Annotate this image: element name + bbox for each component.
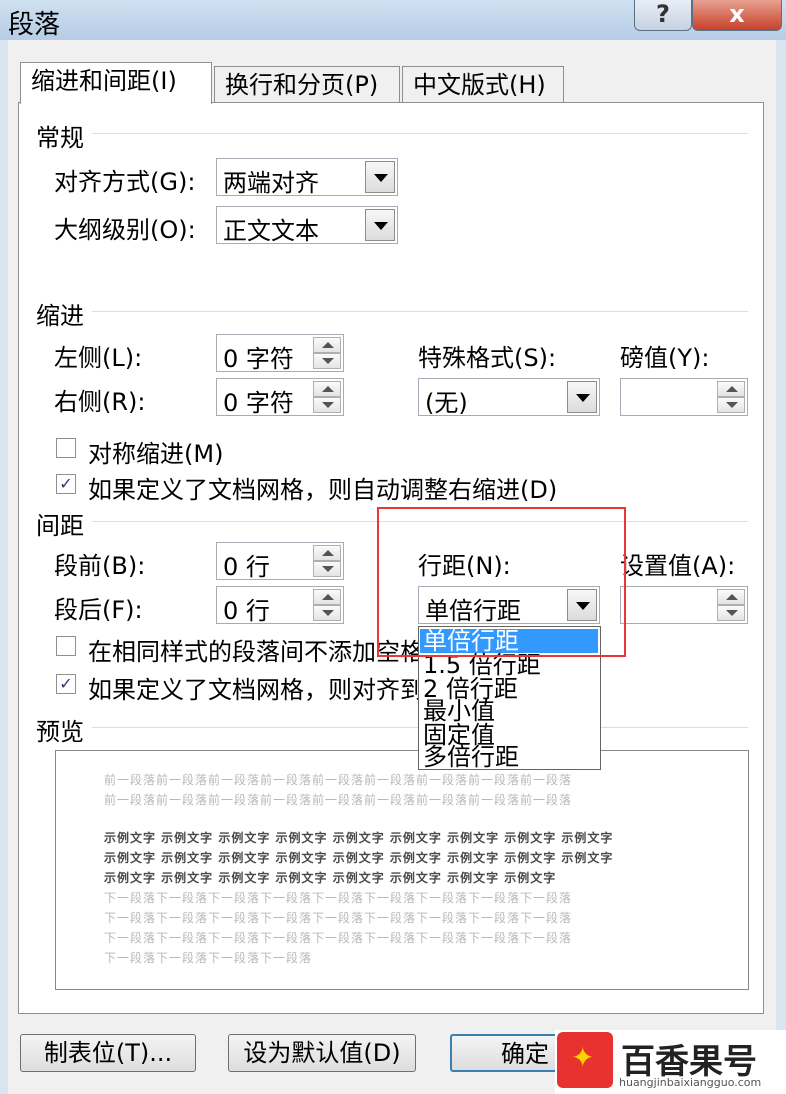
section-general-title: 常规 xyxy=(36,124,84,152)
set-default-button[interactable]: 设为默认值(D) xyxy=(228,1034,416,1072)
spin-up-icon[interactable] xyxy=(313,381,341,397)
spacing-at-stepper[interactable] xyxy=(620,586,748,624)
chevron-down-icon[interactable] xyxy=(567,589,597,621)
line-spacing-value: 单倍行距 xyxy=(425,597,521,625)
line-spacing-option-single[interactable]: 单倍行距 xyxy=(420,629,598,653)
spin-down-icon[interactable] xyxy=(717,605,745,621)
star-icon: ✦ xyxy=(571,1041,595,1074)
space-before-value: 0 行 xyxy=(223,553,270,581)
outline-level-value: 正文文本 xyxy=(223,217,319,245)
right-indent-stepper[interactable]: 0 字符 xyxy=(216,378,344,417)
chevron-down-icon[interactable] xyxy=(567,381,597,413)
preview-sample-line: 示例文字 示例文字 示例文字 示例文字 示例文字 示例文字 示例文字 示例文字 … xyxy=(104,851,614,865)
space-after-label: 段后(F): xyxy=(54,596,143,624)
tab-indent-spacing[interactable]: 缩进和间距(I) xyxy=(20,62,212,104)
watermark: ✦ 百香果号 huangjinbaixiangguo.com xyxy=(555,1030,786,1094)
spin-down-icon[interactable] xyxy=(313,353,341,369)
space-before-stepper[interactable]: 0 行 xyxy=(216,542,344,581)
help-button[interactable]: ? xyxy=(634,0,692,31)
spin-up-icon[interactable] xyxy=(313,545,341,561)
spin-down-icon[interactable] xyxy=(313,561,341,577)
preview-next-line: 下一段落下一段落下一段落下一段落下一段落下一段落下一段落下一段落下一段落 xyxy=(104,911,573,925)
spin-down-icon[interactable] xyxy=(313,397,341,413)
auto-right-indent-checkbox[interactable]: ✓ xyxy=(56,474,76,494)
mirror-indent-checkbox[interactable] xyxy=(56,438,76,458)
preview-next-line: 下一段落下一段落下一段落下一段落下一段落下一段落下一段落下一段落下一段落 xyxy=(104,931,573,945)
line-spacing-label: 行距(N): xyxy=(418,552,511,580)
spacing-at-label: 设置值(A): xyxy=(620,552,736,580)
special-indent-value: (无) xyxy=(425,389,468,417)
alignment-label: 对齐方式(G): xyxy=(54,168,196,196)
line-spacing-option-1-5[interactable]: 1.5 倍行距 xyxy=(423,653,541,677)
preview-box: 前一段落前一段落前一段落前一段落前一段落前一段落前一段落前一段落前一段落 前一段… xyxy=(55,750,749,990)
section-indent-title: 缩进 xyxy=(36,302,84,330)
mirror-indent-label: 对称缩进(M) xyxy=(88,440,224,468)
section-divider xyxy=(92,521,748,522)
no-space-same-style-checkbox[interactable] xyxy=(56,636,76,656)
preview-sample-line: 示例文字 示例文字 示例文字 示例文字 示例文字 示例文字 示例文字 示例文字 xyxy=(104,871,557,885)
chevron-down-icon[interactable] xyxy=(365,209,395,241)
preview-prev-line: 前一段落前一段落前一段落前一段落前一段落前一段落前一段落前一段落前一段落 xyxy=(104,793,573,807)
close-button[interactable]: x xyxy=(692,0,782,31)
tab-asian-typography[interactable]: 中文版式(H) xyxy=(402,66,564,102)
special-indent-label: 特殊格式(S): xyxy=(418,344,557,372)
preview-prev-line: 前一段落前一段落前一段落前一段落前一段落前一段落前一段落前一段落前一段落 xyxy=(104,773,573,787)
left-indent-stepper[interactable]: 0 字符 xyxy=(216,334,344,373)
space-before-label: 段前(B): xyxy=(54,552,146,580)
space-after-value: 0 行 xyxy=(223,597,270,625)
indent-by-label: 磅值(Y): xyxy=(620,344,710,372)
section-divider xyxy=(92,311,748,312)
section-preview-title: 预览 xyxy=(36,718,84,746)
section-divider xyxy=(92,133,748,134)
snap-to-grid-label: 如果定义了文档网格，则对齐到 xyxy=(88,676,424,704)
dialog-title: 段落 xyxy=(8,10,61,40)
right-indent-label: 右侧(R): xyxy=(54,388,146,416)
spin-down-icon[interactable] xyxy=(717,397,745,413)
preview-sample-line: 示例文字 示例文字 示例文字 示例文字 示例文字 示例文字 示例文字 示例文字 … xyxy=(104,831,614,845)
left-indent-value: 0 字符 xyxy=(223,345,294,373)
outline-level-select[interactable]: 正文文本 xyxy=(216,206,398,245)
spin-up-icon[interactable] xyxy=(717,589,745,605)
auto-right-indent-label: 如果定义了文档网格，则自动调整右缩进(D) xyxy=(88,476,558,504)
tabs-button[interactable]: 制表位(T)... xyxy=(20,1034,196,1072)
spin-up-icon[interactable] xyxy=(313,589,341,605)
indent-by-stepper[interactable] xyxy=(620,378,748,416)
tab-line-page-breaks[interactable]: 换行和分页(P) xyxy=(214,66,400,102)
snap-to-grid-checkbox[interactable]: ✓ xyxy=(56,674,76,694)
alignment-value: 两端对齐 xyxy=(223,169,319,197)
chevron-down-icon[interactable] xyxy=(365,161,395,193)
alignment-select[interactable]: 两端对齐 xyxy=(216,158,398,197)
preview-next-line: 下一段落下一段落下一段落下一段落 xyxy=(104,951,313,965)
no-space-same-style-label: 在相同样式的段落间不添加空格 xyxy=(88,638,424,666)
section-spacing-title: 间距 xyxy=(36,512,84,540)
spin-up-icon[interactable] xyxy=(313,337,341,353)
outline-level-label: 大纲级别(O): xyxy=(54,216,196,244)
spin-up-icon[interactable] xyxy=(717,381,745,397)
spin-down-icon[interactable] xyxy=(313,605,341,621)
title-bar: 段落 ? x xyxy=(0,0,786,40)
right-indent-value: 0 字符 xyxy=(223,389,294,417)
preview-next-line: 下一段落下一段落下一段落下一段落下一段落下一段落下一段落下一段落下一段落 xyxy=(104,891,573,905)
watermark-logo: ✦ xyxy=(557,1032,613,1088)
line-spacing-option-at-least[interactable]: 最小值 xyxy=(423,699,495,723)
watermark-url: huangjinbaixiangguo.com xyxy=(619,1076,762,1089)
space-after-stepper[interactable]: 0 行 xyxy=(216,586,344,625)
line-spacing-select[interactable]: 单倍行距 xyxy=(418,586,600,625)
line-spacing-option-multiple[interactable]: 多倍行距 xyxy=(423,745,519,769)
left-indent-label: 左侧(L): xyxy=(54,344,143,372)
special-indent-select[interactable]: (无) xyxy=(418,378,600,417)
line-spacing-dropdown-list[interactable]: 单倍行距 1.5 倍行距 2 倍行距 最小值 固定值 多倍行距 xyxy=(418,626,601,770)
